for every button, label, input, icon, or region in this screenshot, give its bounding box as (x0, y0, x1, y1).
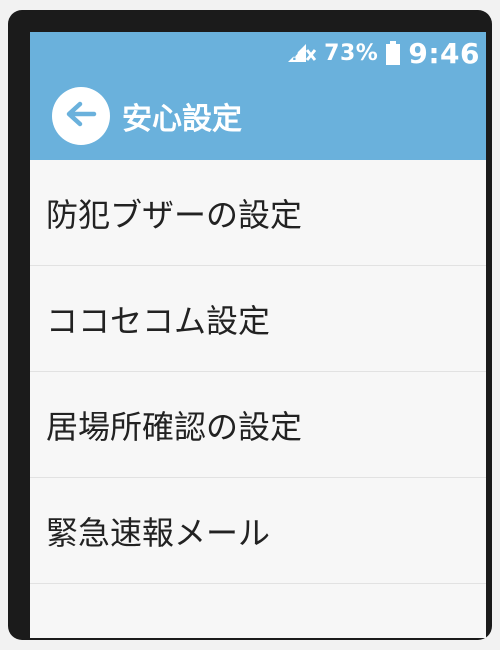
settings-menu-list: 防犯ブザーの設定 ココセコム設定 居場所確認の設定 緊急速報メール (30, 160, 486, 584)
menu-item-emergency-alert-mail[interactable]: 緊急速報メール (30, 478, 486, 584)
menu-item-label: 防犯ブザーの設定 (46, 195, 303, 234)
menu-item-label: 緊急速報メール (46, 513, 271, 552)
back-button[interactable] (52, 87, 110, 145)
no-sim-icon: ? (286, 42, 317, 64)
battery-icon (386, 41, 401, 65)
menu-item-cocosecom-settings[interactable]: ココセコム設定 (30, 266, 486, 372)
device-bezel: ? 73% 9:46 安心設定 防犯ブザーの設定 ココセコム設定 居場所確認の設… (8, 10, 492, 640)
phone-screen: ? 73% 9:46 安心設定 防犯ブザーの設定 ココセコム設定 居場所確認の設… (30, 32, 486, 638)
battery-percentage: 73% (324, 40, 379, 66)
svg-text:?: ? (291, 49, 299, 64)
menu-item-location-check-settings[interactable]: 居場所確認の設定 (30, 372, 486, 478)
menu-item-label: 居場所確認の設定 (46, 407, 303, 446)
status-bar: ? 73% 9:46 (286, 36, 480, 70)
toolbar: 安心設定 (30, 84, 486, 148)
app-bar: ? 73% 9:46 安心設定 (30, 32, 486, 160)
menu-item-label: ココセコム設定 (46, 301, 271, 340)
menu-item-crime-buzzer-settings[interactable]: 防犯ブザーの設定 (30, 160, 486, 266)
back-arrow-icon (61, 94, 101, 138)
clock: 9:46 (408, 36, 480, 70)
page-title: 安心設定 (122, 102, 242, 137)
